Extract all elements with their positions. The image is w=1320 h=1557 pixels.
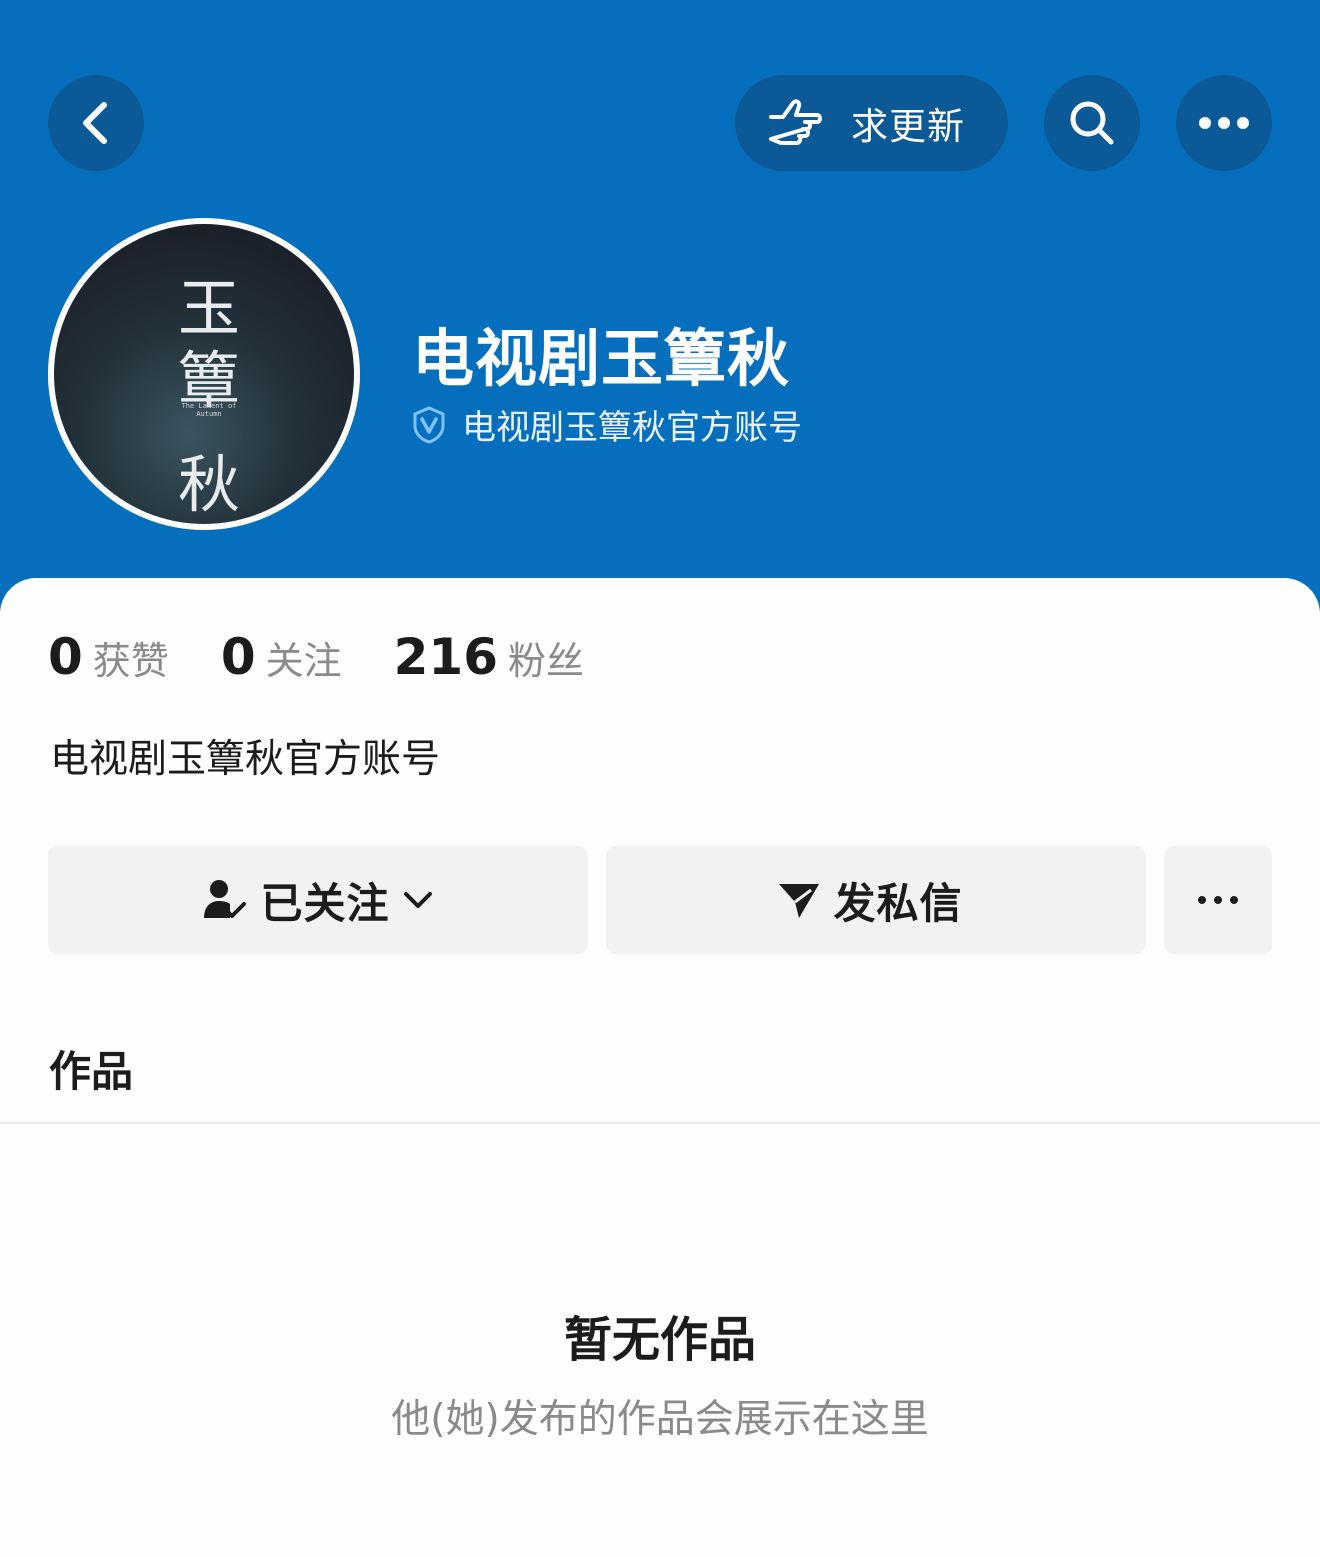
pointing-hand-icon xyxy=(769,99,822,145)
search-button[interactable] xyxy=(1044,75,1140,171)
verified-v-icon xyxy=(413,405,445,444)
send-message-button[interactable]: 发私信 xyxy=(606,846,1146,954)
request-update-label: 求更新 xyxy=(851,105,965,148)
stat-label: 获赞 xyxy=(92,639,169,683)
following-button[interactable]: 已关注 xyxy=(48,846,588,954)
empty-state-subtitle: 他(她)发布的作品会展示在这里 xyxy=(391,1397,929,1442)
profile-bio: 电视剧玉簟秋官方账号 xyxy=(50,737,441,782)
tab-works[interactable]: 作品 xyxy=(49,1038,133,1099)
empty-state-title: 暂无作品 xyxy=(563,1312,756,1368)
verification-row: 电视剧玉簟秋官方账号 xyxy=(410,400,802,449)
stat-label: 关注 xyxy=(265,639,342,683)
following-label: 已关注 xyxy=(260,878,390,928)
search-icon xyxy=(1070,101,1114,145)
tab-divider xyxy=(0,1122,1320,1124)
more-dots-icon xyxy=(1199,117,1249,129)
send-message-label: 发私信 xyxy=(833,878,963,928)
stat-followers[interactable]: 216 粉丝 xyxy=(394,628,584,686)
stat-value: 0 xyxy=(220,628,256,686)
stats-row: 0 获赞 0 关注 216 粉丝 xyxy=(48,628,636,686)
avatar-title: 玉 簟 秋 xyxy=(177,272,240,521)
more-actions-button[interactable] xyxy=(1164,846,1272,954)
stat-label: 粉丝 xyxy=(508,639,585,683)
more-button[interactable] xyxy=(1176,75,1272,171)
stat-value: 0 xyxy=(48,628,83,686)
profile-name: 电视剧玉簟秋 xyxy=(412,322,791,395)
send-icon xyxy=(779,884,820,918)
verification-text: 电视剧玉簟秋官方账号 xyxy=(462,408,802,448)
stat-value: 216 xyxy=(393,628,498,686)
more-dots-icon xyxy=(1198,896,1238,904)
stat-following[interactable]: 0 关注 xyxy=(221,628,342,686)
stat-likes[interactable]: 0 获赞 xyxy=(48,628,169,686)
chevron-left-icon xyxy=(83,102,107,144)
chevron-down-icon xyxy=(403,892,432,908)
back-button[interactable] xyxy=(48,75,144,171)
avatar[interactable]: 玉 簟 秋 The Lament of Autumn xyxy=(48,218,360,530)
avatar-image: 玉 簟 秋 The Lament of Autumn xyxy=(54,224,354,524)
avatar-subtitle: The Lament of Autumn xyxy=(181,402,237,418)
request-update-button[interactable]: 求更新 xyxy=(735,75,1008,171)
user-check-icon xyxy=(204,880,247,918)
